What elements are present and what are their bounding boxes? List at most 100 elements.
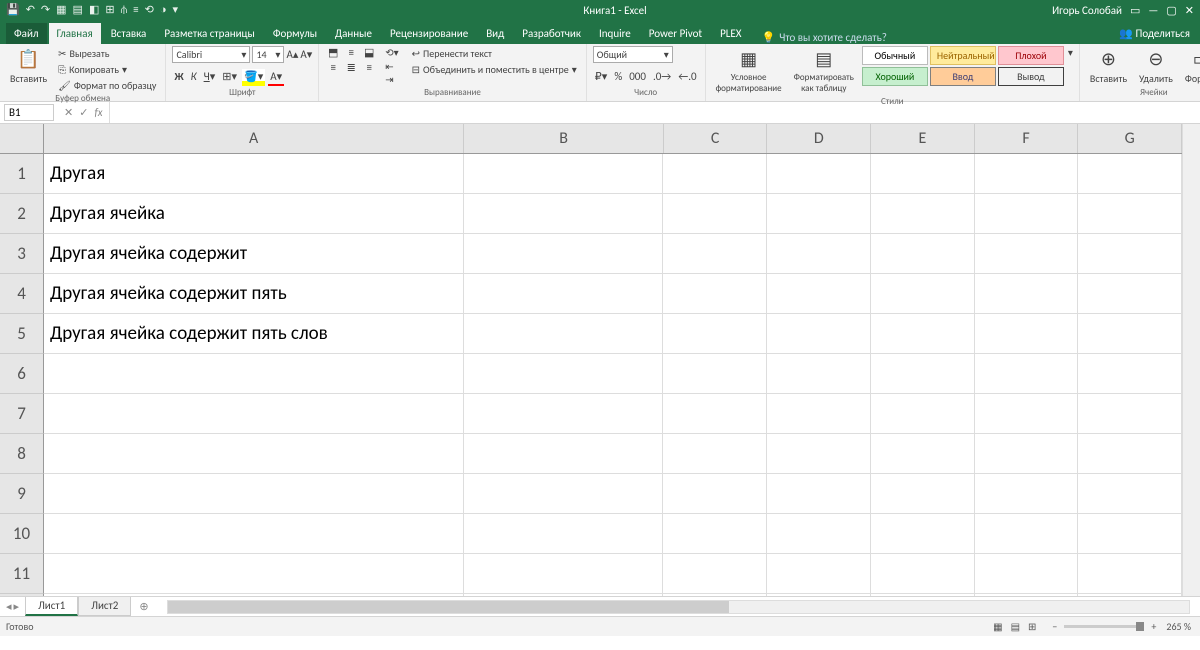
cell-G5[interactable] [1078, 314, 1182, 353]
border-button[interactable]: ⊞▾ [220, 69, 239, 86]
cell-D7[interactable] [767, 394, 871, 433]
cell-E10[interactable] [871, 514, 975, 553]
column-header-F[interactable]: F [975, 124, 1079, 153]
font-name-select[interactable]: Calibri▾ [172, 46, 250, 63]
cell-F7[interactable] [975, 394, 1079, 433]
qat-icon[interactable]: ◧ [89, 3, 99, 17]
ribbon-options-icon[interactable]: ▭ [1130, 4, 1140, 17]
cell-G6[interactable] [1078, 354, 1182, 393]
cell-E4[interactable] [871, 274, 975, 313]
format-painter-button[interactable]: 🖌Формат по образцу [55, 78, 159, 93]
cell-B1[interactable] [464, 154, 663, 193]
cell-A1[interactable]: Другая [44, 154, 464, 193]
cell-A8[interactable] [44, 434, 464, 473]
cell-B2[interactable] [464, 194, 663, 233]
qat-icon[interactable]: ▦ [56, 3, 66, 17]
cell-A9[interactable] [44, 474, 464, 513]
qat-icon[interactable]: ◑ [160, 3, 167, 17]
cell-C10[interactable] [663, 514, 767, 553]
vertical-scrollbar[interactable] [1182, 124, 1200, 596]
row-header-12[interactable]: 12 [0, 594, 44, 596]
column-header-G[interactable]: G [1078, 124, 1182, 153]
qat-icon[interactable]: ⫛ [121, 3, 128, 17]
cell-F2[interactable] [975, 194, 1079, 233]
tab-inquire[interactable]: Inquire [591, 23, 639, 44]
copy-button[interactable]: ⎘Копировать ▾ [55, 62, 159, 77]
qat-icon[interactable]: ▤ [73, 3, 83, 17]
select-all-corner[interactable] [0, 124, 44, 154]
qat-icon[interactable]: ⟲ [145, 3, 154, 17]
cell-G3[interactable] [1078, 234, 1182, 273]
tab-вставка[interactable]: Вставка [103, 23, 155, 44]
row-header-2[interactable]: 2 [0, 194, 44, 234]
inc-decimal-icon[interactable]: .0→ [651, 69, 673, 84]
minimize-icon[interactable]: — [1148, 4, 1158, 17]
format-table-button[interactable]: ▤Форматировать как таблицу [790, 46, 858, 96]
currency-icon[interactable]: ₽▾ [593, 69, 610, 84]
tab-данные[interactable]: Данные [327, 23, 380, 44]
sheet-nav-prev-icon[interactable]: ◂ [6, 600, 12, 613]
row-header-11[interactable]: 11 [0, 554, 44, 594]
cell-B7[interactable] [464, 394, 663, 433]
view-normal-icon[interactable]: ▦ [990, 619, 1005, 634]
enter-formula-icon[interactable]: ✓ [79, 106, 88, 119]
number-format-select[interactable]: Общий▾ [593, 46, 673, 63]
indent-inc-icon[interactable]: ⇥ [385, 73, 393, 86]
row-header-10[interactable]: 10 [0, 514, 44, 554]
qat-icon[interactable]: ≡ [133, 3, 138, 17]
delete-cells-button[interactable]: ⊖Удалить [1135, 46, 1177, 87]
cell-E1[interactable] [871, 154, 975, 193]
cell-C2[interactable] [663, 194, 767, 233]
cell-style-Ввод[interactable]: Ввод [930, 67, 996, 86]
view-layout-icon[interactable]: ▤ [1008, 619, 1023, 634]
cell-B6[interactable] [464, 354, 663, 393]
cell-A2[interactable]: Другая ячейка [44, 194, 464, 233]
cell-F8[interactable] [975, 434, 1079, 473]
row-header-1[interactable]: 1 [0, 154, 44, 194]
cell-G1[interactable] [1078, 154, 1182, 193]
sheet-tab-Лист1[interactable]: Лист1 [25, 597, 78, 616]
cell-G9[interactable] [1078, 474, 1182, 513]
cell-G4[interactable] [1078, 274, 1182, 313]
cell-A7[interactable] [44, 394, 464, 433]
cell-F12[interactable] [975, 594, 1079, 596]
sheet-nav-next-icon[interactable]: ▸ [14, 600, 20, 613]
cancel-formula-icon[interactable]: ✕ [64, 106, 73, 119]
cell-C3[interactable] [663, 234, 767, 273]
percent-icon[interactable]: % [612, 69, 624, 84]
row-header-5[interactable]: 5 [0, 314, 44, 354]
fill-color-button[interactable]: 🪣▾ [242, 69, 265, 86]
cell-C8[interactable] [663, 434, 767, 473]
align-left-icon[interactable]: ≡ [325, 61, 341, 74]
cell-F11[interactable] [975, 554, 1079, 593]
font-color-button[interactable]: A▾ [268, 69, 284, 86]
font-size-select[interactable]: 14▾ [252, 46, 284, 63]
cell-G2[interactable] [1078, 194, 1182, 233]
cell-B12[interactable] [464, 594, 663, 596]
conditional-format-button[interactable]: ▦Условное форматирование [712, 46, 786, 96]
cell-E8[interactable] [871, 434, 975, 473]
cell-G10[interactable] [1078, 514, 1182, 553]
cell-F1[interactable] [975, 154, 1079, 193]
cell-E6[interactable] [871, 354, 975, 393]
cell-G11[interactable] [1078, 554, 1182, 593]
cell-F6[interactable] [975, 354, 1079, 393]
cell-D11[interactable] [767, 554, 871, 593]
cells-area[interactable]: ДругаяДругая ячейкаДругая ячейка содержи… [44, 154, 1182, 596]
cell-D10[interactable] [767, 514, 871, 553]
format-cells-button[interactable]: ▭Формат [1181, 46, 1200, 87]
cell-E5[interactable] [871, 314, 975, 353]
tell-me[interactable]: 💡 Что вы хотите сделать? [762, 31, 887, 44]
close-icon[interactable]: ✕ [1185, 4, 1194, 17]
column-header-C[interactable]: C [664, 124, 768, 153]
column-header-E[interactable]: E [871, 124, 975, 153]
cell-C12[interactable] [663, 594, 767, 596]
italic-button[interactable]: К [189, 69, 199, 86]
cell-style-Нейтральный[interactable]: Нейтральный [930, 46, 996, 65]
cell-G12[interactable] [1078, 594, 1182, 596]
cell-E3[interactable] [871, 234, 975, 273]
cell-A10[interactable] [44, 514, 464, 553]
cell-style-Плохой[interactable]: Плохой [998, 46, 1064, 65]
cell-C1[interactable] [663, 154, 767, 193]
orientation-icon[interactable]: ⟲▾ [385, 46, 398, 59]
